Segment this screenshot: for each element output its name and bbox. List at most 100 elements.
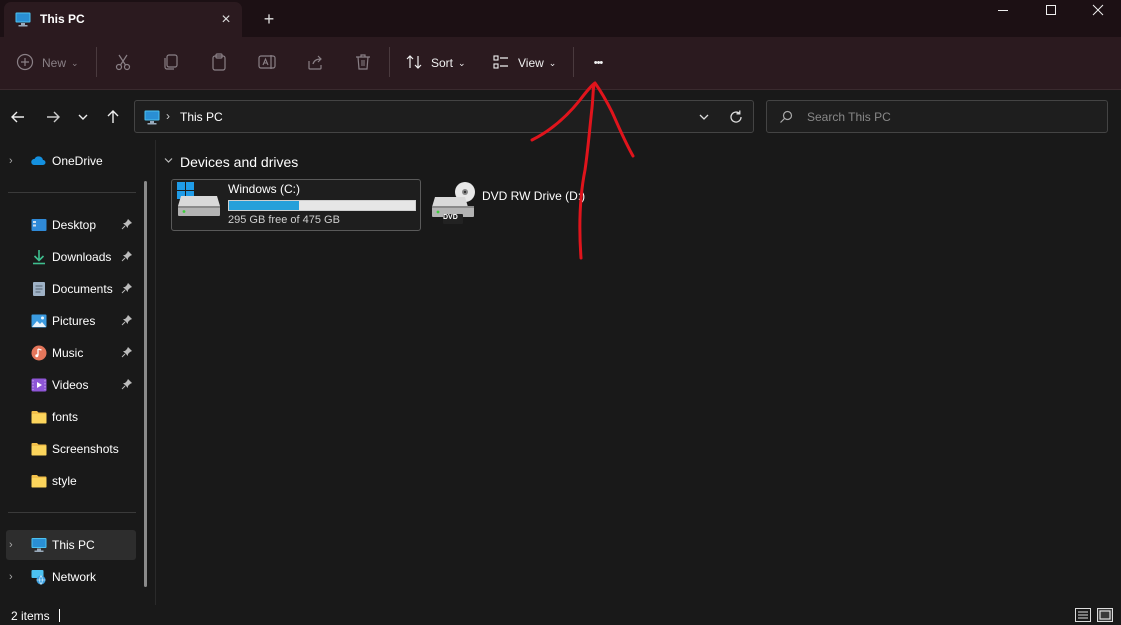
sidebar-item-label: Network — [52, 570, 97, 584]
sidebar-item-style[interactable]: style — [6, 466, 136, 496]
chevron-right-icon[interactable]: › — [9, 155, 13, 167]
sidebar-divider — [8, 192, 136, 193]
more-icon: ••• — [593, 57, 604, 69]
breadcrumb-this-pc[interactable]: This PC — [180, 110, 223, 124]
pin-icon[interactable] — [121, 218, 133, 230]
network-icon — [31, 569, 47, 585]
sidebar-item-label: OneDrive — [52, 154, 103, 168]
this-pc-icon — [31, 537, 47, 553]
sidebar-item-music[interactable]: Music — [6, 338, 136, 368]
chevron-right-icon[interactable]: › — [9, 571, 13, 583]
sidebar-item-screenshots[interactable]: Screenshots — [6, 434, 136, 464]
drive-name: DVD RW Drive (D:) — [482, 189, 586, 203]
search-box[interactable] — [766, 100, 1108, 133]
tiles-view-button[interactable] — [1097, 608, 1113, 622]
delete-icon — [353, 52, 373, 75]
music-icon — [31, 345, 47, 361]
tab-this-pc[interactable]: This PC × — [4, 2, 242, 37]
sidebar-item-downloads[interactable]: Downloads — [6, 242, 136, 272]
chevron-down-icon: ⌄ — [71, 57, 79, 68]
drive-item-d[interactable]: DVD DVD RW Drive (D:) — [427, 179, 597, 231]
sidebar-item-label: Music — [52, 346, 84, 360]
search-icon — [779, 110, 793, 127]
dvd-badge: DVD — [443, 214, 458, 221]
pin-icon[interactable] — [121, 282, 133, 294]
documents-icon — [31, 281, 47, 297]
sidebar-item-label: style — [52, 474, 77, 488]
recent-locations-button[interactable] — [71, 105, 95, 129]
add-icon — [16, 53, 34, 74]
sidebar-item-fonts[interactable]: fonts — [6, 402, 136, 432]
forward-button[interactable] — [41, 105, 65, 129]
search-input[interactable] — [807, 107, 1097, 127]
sidebar-item-label: Videos — [52, 378, 89, 392]
pin-icon[interactable] — [121, 378, 133, 390]
address-history-button[interactable] — [695, 108, 713, 126]
view-label: View — [518, 56, 544, 70]
minimize-button[interactable] — [980, 0, 1026, 25]
sidebar-item-desktop[interactable]: Desktop — [6, 210, 136, 240]
status-bar: 2 items — [0, 605, 1121, 625]
see-more-button[interactable]: ••• — [586, 49, 610, 77]
maximize-button[interactable] — [1028, 0, 1074, 25]
toolbar-divider — [573, 47, 574, 77]
sidebar-item-pictures[interactable]: Pictures — [6, 306, 136, 336]
drive-usage-bar — [228, 200, 416, 211]
pane-divider[interactable] — [155, 140, 156, 605]
folder-icon — [31, 473, 47, 489]
rename-button[interactable] — [257, 49, 277, 77]
details-view-button[interactable] — [1075, 608, 1091, 622]
sidebar-item-label: Documents — [52, 282, 113, 296]
copy-button[interactable] — [161, 49, 181, 77]
drive-free-space: 295 GB free of 475 GB — [228, 214, 340, 226]
paste-button[interactable] — [209, 49, 229, 77]
annotation-arrow — [530, 81, 635, 260]
address-bar[interactable]: › This PC — [134, 100, 754, 133]
sort-button[interactable]: Sort ⌄ — [405, 49, 466, 77]
refresh-button[interactable] — [727, 108, 745, 126]
status-divider — [59, 609, 60, 622]
toolbar-divider — [96, 47, 97, 77]
pictures-icon — [31, 313, 47, 329]
this-pc-icon — [144, 110, 160, 128]
dvd-drive-icon — [431, 181, 475, 230]
sidebar-scrollbar[interactable] — [144, 181, 147, 587]
delete-button[interactable] — [353, 49, 373, 77]
cut-button[interactable] — [113, 49, 133, 77]
pin-icon[interactable] — [121, 314, 133, 326]
copy-icon — [161, 52, 181, 75]
group-header-devices[interactable]: Devices and drives — [163, 154, 298, 170]
sidebar-item-network[interactable]: › Network — [6, 562, 136, 592]
new-button[interactable]: New ⌄ — [16, 49, 79, 77]
view-button[interactable]: View ⌄ — [492, 49, 556, 77]
chevron-down-icon: ⌄ — [458, 57, 466, 68]
toolbar-divider — [389, 47, 390, 77]
chevron-right-icon[interactable]: › — [9, 539, 13, 551]
pin-icon[interactable] — [121, 346, 133, 358]
close-window-button[interactable] — [1075, 0, 1121, 25]
pin-icon[interactable] — [121, 250, 133, 262]
drive-item-c[interactable]: Windows (C:) 295 GB free of 475 GB — [171, 179, 421, 231]
folder-icon — [31, 441, 47, 457]
group-title: Devices and drives — [180, 154, 299, 170]
breadcrumb-separator[interactable]: › — [166, 109, 170, 123]
close-tab-icon[interactable]: × — [215, 9, 237, 31]
videos-icon — [31, 377, 47, 393]
share-button[interactable] — [305, 49, 325, 77]
back-button[interactable] — [6, 105, 30, 129]
sidebar-item-videos[interactable]: Videos — [6, 370, 136, 400]
tab-title: This PC — [40, 12, 85, 26]
details-view-icon — [1075, 608, 1091, 622]
up-button[interactable] — [101, 105, 125, 129]
chevron-down-icon[interactable] — [163, 155, 174, 169]
new-tab-button[interactable]: + — [257, 8, 281, 30]
sort-label: Sort — [431, 56, 454, 70]
chevron-down-icon — [78, 114, 88, 120]
onedrive-icon — [31, 153, 47, 169]
sidebar-item-onedrive[interactable]: › OneDrive — [6, 146, 136, 176]
sidebar-item-documents[interactable]: Documents — [6, 274, 136, 304]
arrow-left-icon — [11, 111, 24, 123]
item-count: 2 items — [11, 609, 50, 623]
sidebar-item-this-pc[interactable]: › This PC — [6, 530, 136, 560]
arrow-right-icon — [47, 111, 60, 123]
